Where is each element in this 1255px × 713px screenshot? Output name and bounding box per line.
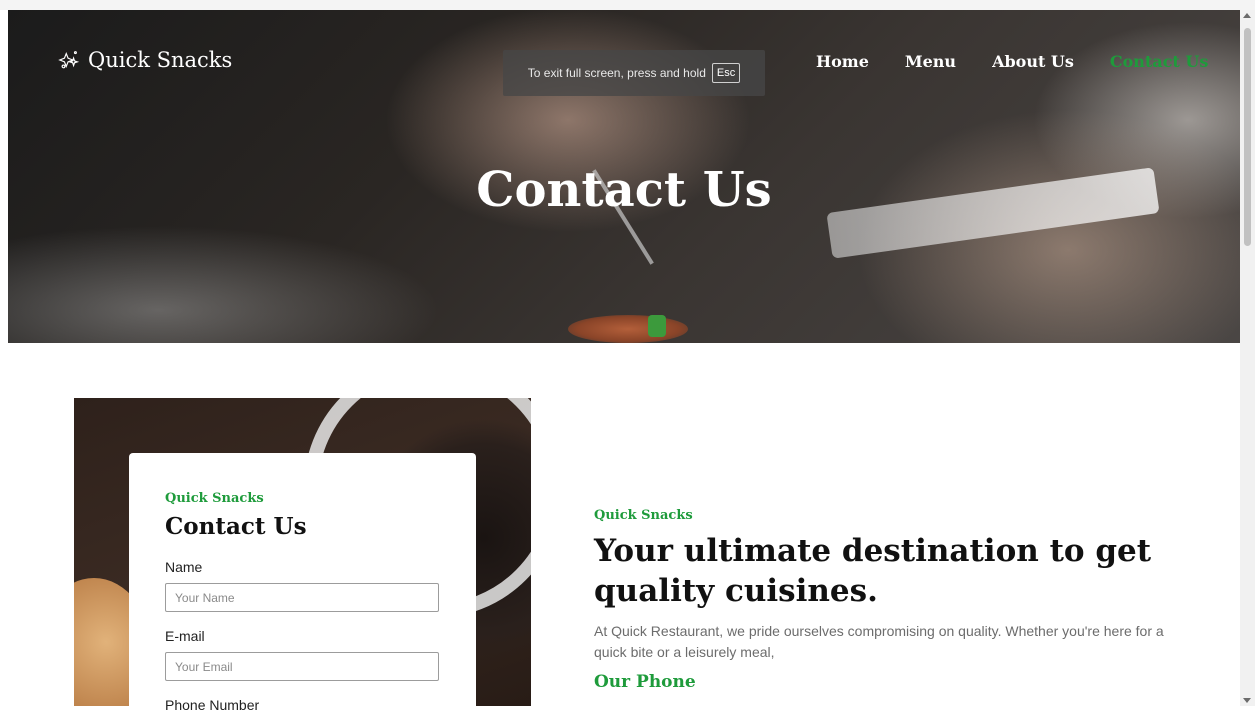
nav-about-us[interactable]: About Us <box>992 52 1074 71</box>
nav-menu[interactable]: Menu <box>905 52 956 71</box>
phone-heading: Our Phone <box>594 672 696 692</box>
esc-key-badge: Esc <box>711 63 741 83</box>
page-scrollbar[interactable] <box>1240 10 1255 706</box>
info-kicker: Quick Snacks <box>594 508 693 523</box>
sparkle-icon <box>58 51 80 69</box>
page-title: Contact Us <box>476 162 772 218</box>
brand-name: Quick Snacks <box>88 48 233 72</box>
scroll-down-arrow-icon[interactable] <box>1243 698 1251 703</box>
fullscreen-notice-text: To exit full screen, press and hold <box>527 66 706 80</box>
nav-contact-us[interactable]: Contact Us <box>1110 52 1208 71</box>
phone-label: Phone Number <box>165 697 260 713</box>
fullscreen-exit-notice: To exit full screen, press and hold Esc <box>503 50 765 96</box>
form-kicker: Quick Snacks <box>165 491 264 506</box>
email-label: E-mail <box>165 628 205 644</box>
scroll-up-arrow-icon[interactable] <box>1243 13 1251 18</box>
browser-top-strip <box>0 0 1255 10</box>
info-description: At Quick Restaurant, we pride ourselves … <box>594 623 1164 660</box>
name-label: Name <box>165 559 203 575</box>
email-input[interactable] <box>165 652 439 681</box>
hero-dish-image <box>568 315 688 343</box>
hero-garnish-image <box>648 315 666 337</box>
hero-banner: Quick Snacks To exit full screen, press … <box>8 10 1240 343</box>
nav-home[interactable]: Home <box>816 52 869 71</box>
brand-logo[interactable]: Quick Snacks <box>58 48 232 72</box>
about-info: Quick Snacks Your ultimate destination t… <box>594 508 1174 692</box>
info-headline: Your ultimate destination to get quality… <box>594 533 1152 609</box>
scrollbar-thumb[interactable] <box>1244 28 1251 246</box>
main-nav: Home Menu About Us Contact Us <box>816 52 1208 71</box>
name-input[interactable] <box>165 583 439 612</box>
form-title: Contact Us <box>165 513 307 540</box>
contact-form: Quick Snacks Contact Us Name E-mail Phon… <box>129 453 476 713</box>
